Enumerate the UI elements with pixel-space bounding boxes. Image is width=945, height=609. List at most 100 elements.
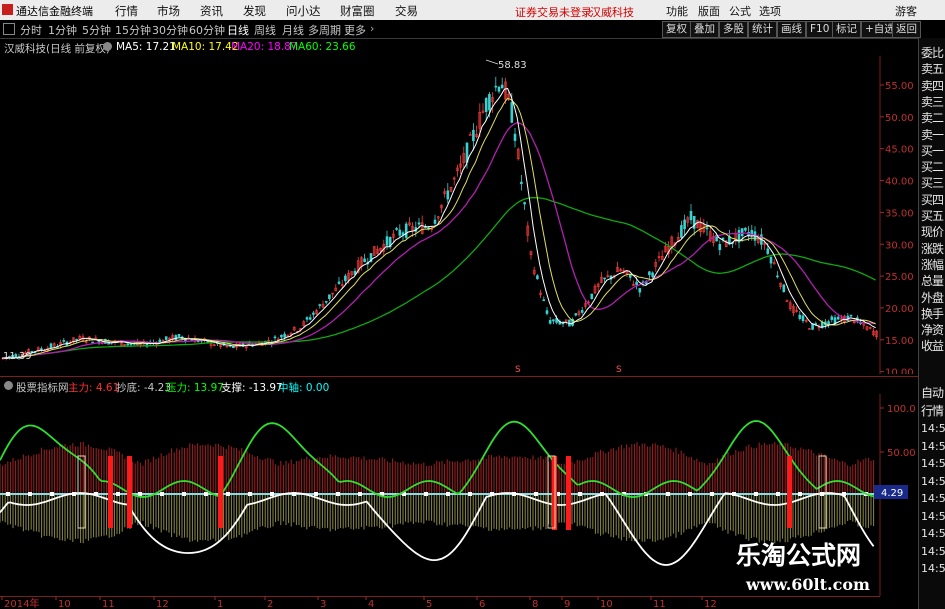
date-label: 12 <box>704 599 717 609</box>
multi-stock-button[interactable]: 多股 <box>719 21 748 38</box>
indicator-settings-icon[interactable] <box>4 381 13 390</box>
menu-layout[interactable]: 版面 <box>698 3 720 19</box>
stats-button[interactable]: 统计 <box>748 21 777 38</box>
period-30min[interactable]: 30分钟 <box>152 22 188 38</box>
date-label: 4 <box>368 599 374 609</box>
settings-dot-icon[interactable] <box>103 42 112 51</box>
quote-field-label: 买四 <box>921 192 944 207</box>
menu-formula[interactable]: 公式 <box>729 3 751 19</box>
date-label: 5 <box>426 599 432 609</box>
menu-wealth[interactable]: 财富圈 <box>340 3 375 19</box>
candle-body <box>801 315 805 322</box>
indicator-main-value: 主力: 4.61 <box>68 382 120 394</box>
quote-field-label: 涨幅 <box>921 257 944 272</box>
quote-mode-label[interactable]: 行情 <box>921 402 944 419</box>
date-label: 12 <box>156 599 169 609</box>
candle-body <box>49 343 53 349</box>
candle-body <box>232 346 235 349</box>
f10-button[interactable]: F10 <box>806 21 834 38</box>
buy-signal-bar <box>108 456 113 528</box>
menu-ask[interactable]: 问小达 <box>286 3 321 19</box>
axis-dot <box>424 492 428 496</box>
menu-options[interactable]: 选项 <box>759 3 781 19</box>
price-tick-label: 30.00 <box>885 240 914 251</box>
axis-dot <box>336 492 340 496</box>
date-label: 8 <box>532 599 538 609</box>
price-tick-label: 40.00 <box>885 177 914 188</box>
candle-body <box>484 98 488 112</box>
menu-market[interactable]: 市场 <box>157 3 180 19</box>
axis-dot <box>534 492 538 496</box>
candle-body <box>385 236 389 246</box>
axis-dot <box>754 492 758 496</box>
candle-body <box>683 219 686 230</box>
quote-field-label: 买五 <box>921 209 944 223</box>
guest-label[interactable]: 游客 <box>895 3 917 19</box>
quote-field-label: 委比 <box>921 46 944 60</box>
sell-marker: S <box>515 365 521 374</box>
price-chart[interactable]: 55.00 50.00 45.00 40.00 35.00 30.00 25.00 20.00… <box>0 56 918 374</box>
ma10-label: MA10: 17.42 <box>172 41 239 53</box>
adjust-button[interactable]: 复权 <box>662 21 691 38</box>
axis-dot <box>28 492 32 496</box>
candle-body <box>769 256 773 264</box>
period-toolbar: 分时 1分钟 5分钟 15分钟 30分钟 60分钟 日线 周线 月线 多周期 更… <box>0 20 945 39</box>
candle-body <box>398 229 402 236</box>
candle-body <box>446 190 450 200</box>
period-multi[interactable]: 多周期 <box>308 22 341 38</box>
quote-field-label: 收益 <box>921 339 944 354</box>
period-1min[interactable]: 1分钟 <box>48 22 77 38</box>
ma5-line <box>1 87 876 359</box>
candle-body <box>324 300 328 303</box>
collapse-icon[interactable] <box>3 23 15 35</box>
mark-button[interactable]: 标记 <box>832 21 861 38</box>
candle-body <box>417 222 421 225</box>
candle-body <box>542 299 546 302</box>
price-tick-label: 45.00 <box>885 145 914 156</box>
candle-body <box>404 223 408 238</box>
menu-news[interactable]: 资讯 <box>200 3 223 19</box>
period-5min[interactable]: 5分钟 <box>82 22 111 38</box>
period-more[interactable]: 更多 <box>344 22 366 38</box>
back-button[interactable]: 返回 <box>892 21 921 38</box>
chart-title: 汉威科技(日线 前复权) <box>4 43 111 55</box>
period-60min[interactable]: 60分钟 <box>189 22 225 38</box>
candle-body <box>776 275 779 278</box>
period-15min[interactable]: 15分钟 <box>115 22 151 38</box>
candle-body <box>328 294 331 299</box>
candle-body <box>500 84 504 89</box>
period-daily[interactable]: 日线 <box>227 22 249 38</box>
period-weekly[interactable]: 周线 <box>254 22 276 38</box>
period-tick[interactable]: 分时 <box>20 22 42 38</box>
chevron-right-icon[interactable]: › <box>370 22 374 35</box>
menu-trade[interactable]: 交易 <box>395 3 418 19</box>
menu-quotes[interactable]: 行情 <box>115 3 138 19</box>
date-label: 11 <box>102 599 115 609</box>
draw-button[interactable]: 画线 <box>777 21 806 38</box>
candle-body <box>62 340 66 342</box>
quote-mode-label[interactable]: 自动 <box>921 384 944 401</box>
login-status-link[interactable]: 证券交易未登录 <box>515 4 592 20</box>
low-price-label: 11.39 <box>3 351 32 362</box>
candle-body <box>651 272 654 277</box>
signal-frame <box>77 455 86 529</box>
candle-body <box>536 275 539 280</box>
menu-function[interactable]: 功能 <box>666 3 688 19</box>
candle-body <box>75 338 78 341</box>
axis-dot <box>446 492 450 496</box>
candle-body <box>580 310 584 313</box>
current-value-label: 4.29 <box>881 488 903 499</box>
axis-dot <box>710 492 714 496</box>
quote-field-label: 换手 <box>921 306 944 321</box>
candle-body <box>273 336 277 339</box>
menu-discover[interactable]: 发现 <box>243 3 266 19</box>
candle-body <box>830 316 834 320</box>
period-monthly[interactable]: 月线 <box>282 22 304 38</box>
axis-dot <box>688 492 692 496</box>
candle-body <box>523 202 526 205</box>
axis-dot <box>314 492 318 496</box>
candle-body <box>177 334 181 337</box>
candle-body <box>782 284 786 293</box>
stock-name-link[interactable]: 汉威科技 <box>590 4 634 20</box>
overlay-button[interactable]: 叠加 <box>690 21 719 38</box>
